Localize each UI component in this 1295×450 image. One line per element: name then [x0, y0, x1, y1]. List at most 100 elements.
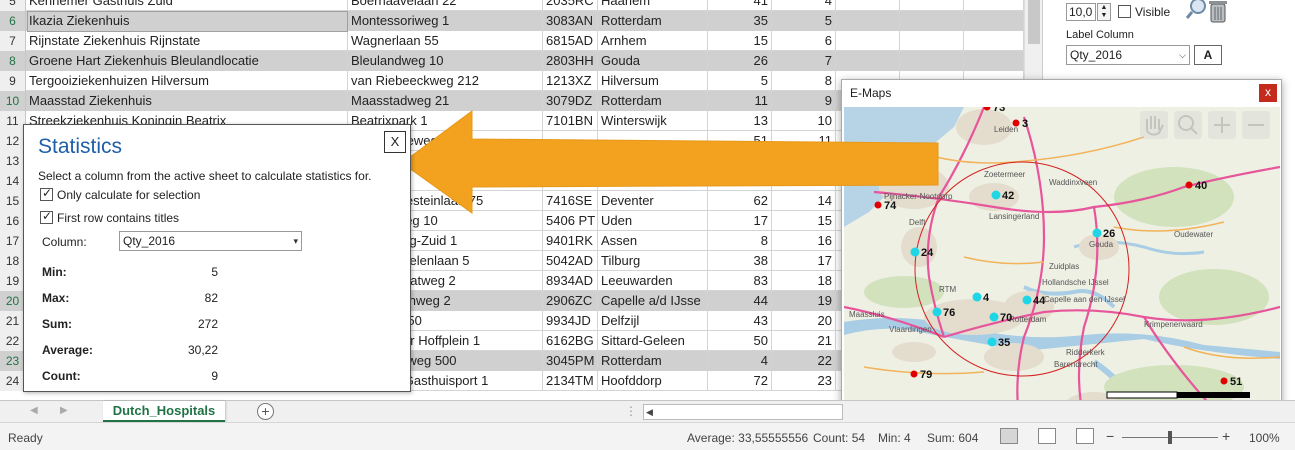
cell-id[interactable]: 19	[772, 291, 836, 311]
cell-city[interactable]: Leeuwarden	[598, 271, 708, 291]
column-select[interactable]: Qty_2016 ▾	[119, 231, 302, 251]
cell-city[interactable]: Assen	[598, 231, 708, 251]
cell-city[interactable]: Rotterdam	[598, 351, 708, 371]
empty-cell[interactable]	[964, 11, 1024, 31]
table-row[interactable]: 8 Groene Hart Ziekenhuis Bleulandlocatie B…	[0, 51, 1042, 71]
size-spinner[interactable]: ▲ ▼	[1097, 3, 1111, 21]
marker-dot[interactable]	[910, 247, 920, 257]
scroll-thumb[interactable]	[1028, 0, 1040, 44]
marker-dot[interactable]	[991, 190, 1001, 200]
page-break-icon[interactable]	[1076, 428, 1094, 444]
empty-cell[interactable]	[964, 0, 1024, 11]
cell-qty[interactable]: 35	[708, 11, 772, 31]
normal-view-icon[interactable]	[1000, 428, 1018, 444]
marker-dot[interactable]	[989, 312, 999, 322]
cell-qty[interactable]: 26	[708, 51, 772, 71]
cell-id[interactable]: 7	[772, 51, 836, 71]
option-only-selection[interactable]: Only calculate for selection	[40, 186, 200, 202]
empty-cell[interactable]	[900, 11, 964, 31]
row-number[interactable]: 5	[0, 0, 26, 11]
cell-qty[interactable]: 4	[708, 351, 772, 371]
tab-splitter-icon[interactable]: ⋮	[625, 404, 637, 418]
tab-next-icon[interactable]: ▶	[60, 405, 68, 416]
cell-hospital-name[interactable]: Tergooiziekenhuizen Hilversum	[26, 71, 348, 91]
cell-id[interactable]: 8	[772, 71, 836, 91]
cell-city[interactable]: Gouda	[598, 51, 708, 71]
add-sheet-button[interactable]: +	[257, 403, 274, 420]
row-number[interactable]: 8	[0, 51, 26, 71]
empty-cell[interactable]	[836, 11, 900, 31]
cell-zip[interactable]: 3083AN	[543, 11, 598, 31]
layer-tools[interactable]	[1185, 0, 1238, 24]
marker-dot[interactable]	[1185, 181, 1193, 189]
cell-city[interactable]: Rotterdam	[598, 11, 708, 31]
cell-zip[interactable]: 6815AD	[543, 31, 598, 51]
zoom-level[interactable]: 100%	[1249, 431, 1280, 445]
cell-id[interactable]: 20	[772, 311, 836, 331]
page-layout-icon[interactable]	[1038, 428, 1056, 444]
cell-city[interactable]: Tilburg	[598, 251, 708, 271]
marker-dot[interactable]	[932, 307, 942, 317]
cell-zip[interactable]: 5042AD	[543, 251, 598, 271]
cell-hospital-name[interactable]: Rijnstate Ziekenhuis Rijnstate	[26, 31, 348, 51]
cell-hospital-name[interactable]: Maasstad Ziekenhuis	[26, 91, 348, 111]
row-number[interactable]: 7	[0, 31, 26, 51]
statistics-dialog[interactable]: Statistics X Select a column from the ac…	[23, 124, 411, 392]
cell-zip[interactable]: 9401RK	[543, 231, 598, 251]
cell-id[interactable]: 18	[772, 271, 836, 291]
row-number[interactable]: 6	[0, 11, 26, 31]
option-first-row-titles[interactable]: First row contains titles	[40, 209, 179, 225]
cell-zip[interactable]: 9934JD	[543, 311, 598, 331]
cell-street[interactable]: Montessoriweg 1	[348, 11, 543, 31]
cell-id[interactable]: 21	[772, 331, 836, 351]
zoom-out-button[interactable]: −	[1106, 428, 1114, 444]
visible-option[interactable]: Visible	[1118, 4, 1170, 19]
cell-qty[interactable]: 44	[708, 291, 772, 311]
empty-cell[interactable]	[836, 31, 900, 51]
first-row-titles-checkbox[interactable]	[40, 209, 53, 225]
cell-qty[interactable]: 83	[708, 271, 772, 291]
cell-city[interactable]: Hilversum	[598, 71, 708, 91]
row-number[interactable]: 9	[0, 71, 26, 91]
cell-city[interactable]: Hoofddorp	[598, 371, 708, 391]
marker-dot[interactable]	[987, 337, 997, 347]
cell-id[interactable]: 23	[772, 371, 836, 391]
plus-icon[interactable]	[1208, 111, 1236, 139]
cell-zip[interactable]: 3045PM	[543, 351, 598, 371]
cell-zip[interactable]: 8934AD	[543, 271, 598, 291]
label-font-button[interactable]: A	[1194, 45, 1222, 65]
cell-qty[interactable]: 38	[708, 251, 772, 271]
cell-qty[interactable]: 50	[708, 331, 772, 351]
cell-qty[interactable]: 72	[708, 371, 772, 391]
empty-cell[interactable]	[964, 51, 1024, 71]
empty-cell[interactable]	[900, 51, 964, 71]
trash-icon[interactable]	[1209, 1, 1227, 23]
marker-dot[interactable]	[972, 292, 982, 302]
cell-city[interactable]: Haarlem	[598, 0, 708, 11]
cell-id[interactable]: 6	[772, 31, 836, 51]
row-number[interactable]: 10	[0, 91, 26, 111]
cell-zip[interactable]: 2035RC	[543, 0, 598, 11]
cell-zip[interactable]: 6162BG	[543, 331, 598, 351]
cell-zip[interactable]: 2803HH	[543, 51, 598, 71]
cell-city[interactable]: Arnhem	[598, 31, 708, 51]
cell-zip[interactable]: 2134TM	[543, 371, 598, 391]
empty-cell[interactable]	[836, 0, 900, 11]
map-marker[interactable]: 35	[987, 337, 1011, 349]
sheet-tab[interactable]: Dutch_Hospitals	[103, 401, 225, 423]
cell-city[interactable]: Sittard-Geleen	[598, 331, 708, 351]
marker-dot[interactable]	[1092, 228, 1102, 238]
cell-id[interactable]: 17	[772, 251, 836, 271]
cell-id[interactable]: 22	[772, 351, 836, 371]
empty-cell[interactable]	[964, 31, 1024, 51]
cell-street[interactable]: van Riebeeckweg 212	[348, 71, 543, 91]
zoom-in-button[interactable]: +	[1222, 428, 1230, 444]
only-selection-checkbox[interactable]	[40, 186, 53, 202]
table-row[interactable]: 5 Kennemer Gasthuis Zuid Boerhaavelaan 22 2…	[0, 0, 1042, 11]
cell-street[interactable]: Boerhaavelaan 22	[348, 0, 543, 11]
magnifier-icon[interactable]	[1185, 0, 1206, 19]
cell-qty[interactable]: 5	[708, 71, 772, 91]
empty-cell[interactable]	[836, 51, 900, 71]
empty-cell[interactable]	[900, 0, 964, 11]
cell-city[interactable]: Delfzijl	[598, 311, 708, 331]
